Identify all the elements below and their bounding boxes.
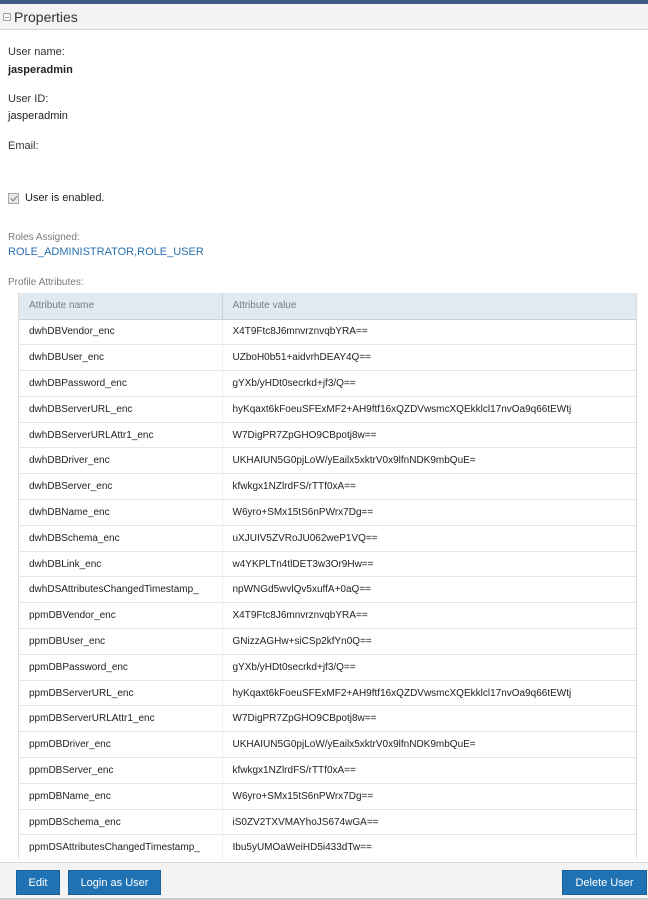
attribute-value-cell: UKHAIUN5G0pjLoW/yEailx5xktrV0x9lfnNDK9mb… [222,731,636,759]
attribute-value-cell: Ibu5yUMOaWeiHD5i433dTw== [222,834,636,859]
properties-header: Properties [0,4,648,30]
attribute-value-cell: W6yro+SMx15tS6nPWrx7Dg== [222,499,636,526]
attribute-name-cell: dwhDBSchema_enc [19,525,223,552]
attribute-name-cell: ppmDSAttributesChangedTimestamp_ [19,834,223,859]
column-header-attribute-name[interactable]: Attribute name [19,293,223,320]
attribute-value-cell: w4YKPLTn4tlDET3w3Or9Hw== [222,551,636,578]
attribute-value-cell: gYXb/yHDt0secrkd+jf3/Q== [222,370,636,397]
profile-attributes-table: Attribute name Attribute value dwhDBVend… [18,293,637,859]
delete-user-button[interactable]: Delete User [562,870,647,895]
attribute-value-cell: W6yro+SMx15tS6nPWrx7Dg== [222,783,636,810]
attribute-name-cell: dwhDBServer_enc [19,473,223,501]
attribute-value-cell: uXJUIV5ZVRoJU062weP1VQ== [222,525,636,552]
panel-title: Properties [14,8,78,25]
user-id-value: jasperadmin [8,110,68,122]
attribute-value-cell: kfwkgx1NZlrdFS/rTTf0xA== [222,473,636,501]
table-row[interactable]: dwhDBSchema_enc uXJUIV5ZVRoJU062weP1VQ== [19,525,636,552]
attribute-value-cell: GNizzAGHw+siCSp2kfYn0Q== [222,628,636,655]
table-row[interactable]: ppmDBName_enc W6yro+SMx15tS6nPWrx7Dg== [19,783,636,810]
table-row[interactable]: dwhDBLink_enc w4YKPLTn4tlDET3w3Or9Hw== [19,551,636,578]
attribute-name-cell: ppmDBVendor_enc [19,602,223,630]
roles-value: ROLE_ADMINISTRATOR,ROLE_USER [8,246,204,258]
attribute-name-cell: ppmDBServer_enc [19,757,223,784]
roles-label: Roles Assigned: [8,232,80,243]
attribute-name-cell: ppmDBServerURL_enc [19,680,223,707]
attribute-value-cell: hyKqaxt6kFoeuSFExMF2+AH9ftf16xQZDVwsmcXQ… [222,680,636,707]
table-row[interactable]: ppmDSAttributesChangedTimestamp_ Ibu5yUMO… [19,834,636,859]
attribute-value-cell: kfwkgx1NZlrdFS/rTTf0xA== [222,757,636,784]
table-row[interactable]: dwhDBPassword_enc gYXb/yHDt0secrkd+jf3/Q=… [19,370,636,397]
attribute-name-cell: ppmDBSchema_enc [19,809,223,836]
email-label: Email: [8,140,39,152]
attribute-value-cell: npWNGd5wvlQv5xuffA+0aQ== [222,576,636,604]
table-row[interactable]: ppmDBServer_enc kfwkgx1NZlrdFS/rTTf0xA== [19,757,636,784]
table-row[interactable]: ppmDBDriver_enc UKHAIUN5G0pjLoW/yEailx5xk… [19,731,636,759]
attribute-name-cell: dwhDBName_enc [19,499,223,526]
user-enabled-checkbox[interactable] [8,193,19,204]
attribute-name-cell: dwhDBDriver_enc [19,447,223,475]
attribute-name-cell: dwhDBLink_enc [19,551,223,578]
table-row[interactable]: dwhDBServerURL_enc hyKqaxt6kFoeuSFExMF2+A… [19,396,636,423]
collapse-icon[interactable] [3,12,11,21]
user-name-label: User name: [8,46,65,58]
attribute-value-cell: W7DigPR7ZpGHO9CBpotj8w== [222,422,636,449]
table-row[interactable]: ppmDBPassword_enc gYXb/yHDt0secrkd+jf3/Q=… [19,654,636,681]
attribute-name-cell: dwhDBServerURL_enc [19,396,223,423]
column-header-attribute-value[interactable]: Attribute value [222,293,636,320]
user-id-label: User ID: [8,93,49,105]
table-row[interactable]: ppmDBSchema_enc iS0ZV2TXVMAYhoJS674wGA== [19,809,636,836]
attribute-name-cell: dwhDBPassword_enc [19,370,223,397]
table-row[interactable]: dwhDSAttributesChangedTimestamp_ npWNGd5w… [19,576,636,604]
table-row[interactable]: dwhDBVendor_enc X4T9Ftc8J6mnvrznvqbYRA== [19,319,636,346]
profile-attributes-label: Profile Attributes: [8,277,84,288]
attribute-value-cell: iS0ZV2TXVMAYhoJS674wGA== [222,809,636,836]
user-name-value: jasperadmin [8,64,73,76]
table-row[interactable]: dwhDBUser_enc UZboH0b51+aidvrhDEAY4Q== [19,344,636,372]
table-row[interactable]: dwhDBDriver_enc UKHAIUN5G0pjLoW/yEailx5xk… [19,447,636,475]
attribute-name-cell: ppmDBServerURLAttr1_enc [19,705,223,733]
attribute-name-cell: dwhDSAttributesChangedTimestamp_ [19,576,223,604]
attribute-value-cell: hyKqaxt6kFoeuSFExMF2+AH9ftf16xQZDVwsmcXQ… [222,396,636,423]
attribute-name-cell: ppmDBPassword_enc [19,654,223,681]
attribute-value-cell: UZboH0b51+aidvrhDEAY4Q== [222,344,636,372]
attribute-name-cell: dwhDBVendor_enc [19,319,223,346]
attribute-name-cell: dwhDBServerURLAttr1_enc [19,422,223,449]
attribute-value-cell: X4T9Ftc8J6mnvrznvqbYRA== [222,319,636,346]
attribute-name-cell: ppmDBUser_enc [19,628,223,655]
table-row[interactable]: ppmDBServerURLAttr1_enc W7DigPR7ZpGHO9CBp… [19,705,636,733]
attribute-value-cell: W7DigPR7ZpGHO9CBpotj8w== [222,705,636,733]
attribute-value-cell: gYXb/yHDt0secrkd+jf3/Q== [222,654,636,681]
attribute-value-cell: UKHAIUN5G0pjLoW/yEailx5xktrV0x9lfnNDK9mb… [222,447,636,475]
footer-bar: Edit Login as User Delete User [0,862,648,900]
table-row[interactable]: dwhDBServerURLAttr1_enc W7DigPR7ZpGHO9CBp… [19,422,636,449]
attribute-name-cell: ppmDBName_enc [19,783,223,810]
edit-button[interactable]: Edit [16,870,60,895]
attribute-name-cell: dwhDBUser_enc [19,344,223,372]
user-enabled-label: User is enabled. [25,192,105,204]
table-row[interactable]: dwhDBServer_enc kfwkgx1NZlrdFS/rTTf0xA== [19,473,636,501]
table-row[interactable]: ppmDBServerURL_enc hyKqaxt6kFoeuSFExMF2+A… [19,680,636,707]
login-as-user-button[interactable]: Login as User [68,870,161,895]
table-row[interactable]: ppmDBUser_enc GNizzAGHw+siCSp2kfYn0Q== [19,628,636,655]
table-header-row: Attribute name Attribute value [19,293,636,320]
attribute-name-cell: ppmDBDriver_enc [19,731,223,759]
table-row[interactable]: ppmDBVendor_enc X4T9Ftc8J6mnvrznvqbYRA== [19,602,636,630]
attribute-value-cell: X4T9Ftc8J6mnvrznvqbYRA== [222,602,636,630]
table-row[interactable]: dwhDBName_enc W6yro+SMx15tS6nPWrx7Dg== [19,499,636,526]
